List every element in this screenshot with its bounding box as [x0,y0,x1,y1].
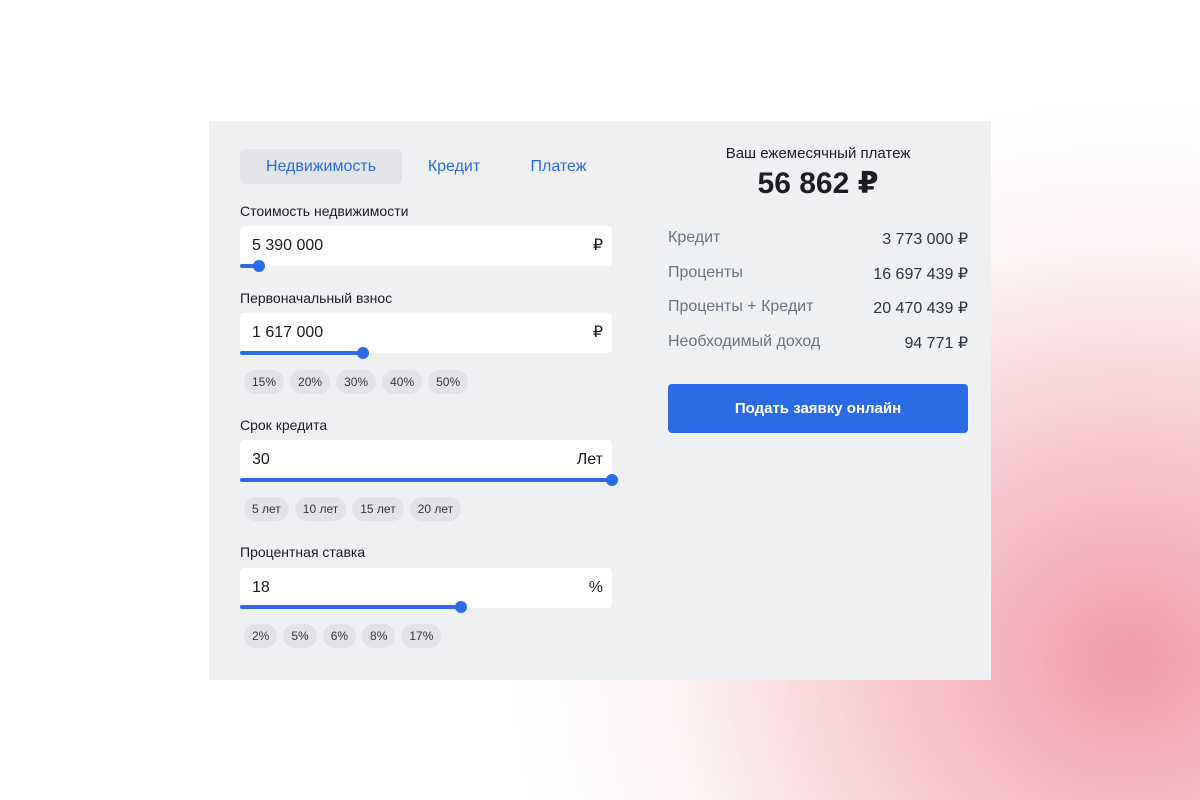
summary-row: Проценты + Кредит 20 470 439 ₽ [668,298,968,333]
summary-row: Необходимый доход 94 771 ₽ [668,333,968,368]
term-slider-fill [240,478,612,482]
down-payment-slider[interactable] [240,347,612,359]
price-unit: ₽ [592,237,603,254]
summary-value: 16 697 439 ₽ [873,265,968,283]
summary-list: Кредит 3 773 000 ₽ Проценты 16 697 439 ₽… [668,229,968,367]
monthly-payment-value: 56 862 ₽ [757,167,879,200]
tab-credit[interactable]: Кредит [402,149,506,184]
price-input[interactable] [252,226,552,266]
down-payment-chip[interactable]: 15% [244,370,285,394]
rate-slider[interactable] [240,601,612,613]
rate-slider-thumb[interactable] [455,601,468,613]
rate-input[interactable] [252,568,552,608]
calculator-form: Недвижимость Кредит Платеж Стоимость нед… [240,149,618,648]
summary-row: Кредит 3 773 000 ₽ [668,229,968,264]
summary-value: 3 773 000 ₽ [882,231,968,248]
summary-label: Проценты [668,263,743,281]
down-payment-chip[interactable]: 50% [428,370,469,394]
summary-value: 20 470 439 ₽ [873,300,968,317]
price-field[interactable]: ₽ [240,226,612,266]
mortgage-calculator-card: Недвижимость Кредит Платеж Стоимость нед… [209,121,991,680]
term-field[interactable]: Лет [240,440,612,480]
rate-label: Процентная ставка [240,544,366,560]
term-unit: Лет [576,451,603,468]
down-payment-field[interactable]: ₽ [240,313,612,353]
down-payment-unit: ₽ [592,324,603,341]
down-payment-chips: 15% 20% 30% 40% 50% [244,370,469,394]
rate-unit: % [588,579,603,596]
apply-online-button[interactable]: Подать заявку онлайн [668,384,968,433]
tab-property[interactable]: Недвижимость [240,149,402,184]
down-payment-chip[interactable]: 20% [290,370,331,394]
down-payment-slider-thumb[interactable] [356,347,369,359]
rate-chip[interactable]: 2% [244,624,278,648]
rate-chip[interactable]: 6% [322,624,357,648]
down-payment-chip[interactable]: 40% [382,370,423,394]
rate-chips: 2% 5% 6% 8% 17% [244,624,442,648]
summary-label: Проценты + Кредит [668,298,814,315]
monthly-payment-label: Ваш ежемесячный платеж [725,145,911,162]
summary-label: Необходимый доход [668,332,821,350]
term-chip[interactable]: 5 лет [244,497,289,521]
term-slider-thumb[interactable] [606,474,618,486]
result-panel: Ваш ежемесячный платеж 56 862 ₽ Кредит 3… [668,145,968,433]
rate-chip[interactable]: 8% [362,624,396,648]
term-label: Срок кредита [240,417,328,433]
term-input[interactable] [252,440,552,480]
down-payment-chip[interactable]: 30% [336,370,377,394]
calculator-tabs: Недвижимость Кредит Платеж [240,149,612,184]
term-chip[interactable]: 10 лет [294,497,347,521]
down-payment-label: Первоначальный взнос [240,290,393,306]
price-slider-thumb[interactable] [252,260,265,272]
rate-slider-fill [240,605,462,609]
summary-label: Кредит [668,229,721,246]
summary-value: 94 771 ₽ [904,334,968,352]
term-chip[interactable]: 15 лет [352,497,404,521]
tab-payment[interactable]: Платеж [506,149,611,184]
term-chip[interactable]: 20 лет [409,497,462,521]
term-chips: 5 лет 10 лет 15 лет 20 лет [244,497,462,521]
price-slider[interactable] [240,260,612,272]
price-label: Стоимость недвижимости [240,203,409,219]
rate-field[interactable]: % [240,568,612,608]
rate-chip[interactable]: 5% [283,624,317,648]
summary-row: Проценты 16 697 439 ₽ [668,264,968,299]
down-payment-slider-fill [240,351,363,355]
down-payment-input[interactable] [252,313,552,353]
term-slider[interactable] [240,474,618,486]
rate-chip[interactable]: 17% [401,624,442,648]
